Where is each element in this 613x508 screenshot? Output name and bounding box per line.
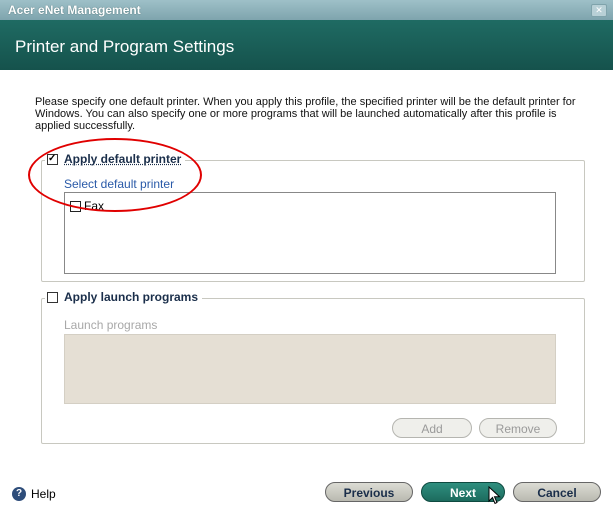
- help-icon[interactable]: ?: [12, 487, 26, 501]
- window-title: Acer eNet Management: [8, 3, 141, 17]
- title-bar: Acer eNet Management ✕: [0, 0, 613, 20]
- checkbox-icon[interactable]: [47, 291, 58, 303]
- apply-launch-programs-label: Apply launch programs: [64, 290, 199, 304]
- previous-button[interactable]: Previous: [325, 482, 413, 502]
- launch-programs-list: [64, 334, 556, 404]
- apply-launch-programs-checkbox[interactable]: Apply launch programs: [45, 290, 203, 304]
- launch-programs-label: Launch programs: [64, 318, 158, 332]
- close-icon[interactable]: ✕: [591, 4, 607, 17]
- cancel-button[interactable]: Cancel: [513, 482, 601, 502]
- remove-button[interactable]: Remove: [479, 418, 557, 438]
- help-label: Help: [31, 487, 56, 501]
- page-header: Printer and Program Settings: [0, 20, 613, 70]
- mouse-cursor-icon: [488, 486, 501, 505]
- page-title: Printer and Program Settings: [15, 37, 235, 56]
- highlight-annotation: [28, 138, 202, 212]
- dialog-body: Please specify one default printer. When…: [0, 70, 613, 508]
- help-link[interactable]: ? Help: [12, 487, 56, 501]
- description-text: Please specify one default printer. When…: [35, 96, 576, 132]
- add-button[interactable]: Add: [392, 418, 472, 438]
